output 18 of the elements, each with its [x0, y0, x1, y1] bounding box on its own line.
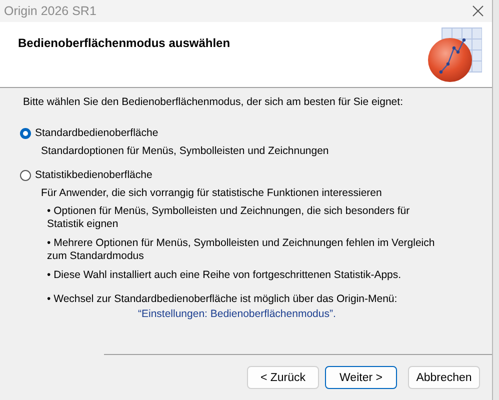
- option-label[interactable]: Statistikbedienoberfläche: [35, 169, 152, 181]
- option-label[interactable]: Standardbedienoberfläche: [35, 127, 158, 139]
- wizard-button[interactable]: Weiter >: [325, 366, 397, 389]
- window-title: Origin 2026 SR1: [4, 4, 96, 18]
- option-description: Für Anwender, die sich vorrangig für statistische Funktionen interessieren: [41, 187, 383, 199]
- bullet-text: • Mehrere Optionen für Menüs, Symbolleisten und Zeichnungen fehlen im Vergleich zum Standardmodus: [47, 237, 436, 263]
- instruction-text: Bitte wählen Sie den Bedienoberflächenmodus, der sich am besten für Sie eignet:: [23, 96, 404, 108]
- header-title: Bedienoberflächenmodus auswählen: [18, 36, 230, 52]
- radio-button[interactable]: [20, 128, 31, 138]
- radio-button[interactable]: [20, 170, 31, 180]
- bullet-text: • Diese Wahl installiert auch eine Reihe von fortgeschrittenen Statistik-Apps.: [47, 269, 402, 282]
- wizard-button[interactable]: < Zurück: [247, 366, 319, 389]
- wizard-button[interactable]: Abbrechen: [408, 366, 480, 389]
- bullet-text: • Wechsel zur Standardbedienoberfläche ist möglich über das Origin-Menü:: [47, 293, 398, 306]
- option-description: Standardoptionen für Menüs, Symbolleisten und Zeichnungen: [41, 145, 330, 157]
- menu-path-text: “Einstellungen: Bedienoberflächenmodus”.: [138, 308, 337, 321]
- close-icon[interactable]: [472, 5, 484, 17]
- bullet-text: • Optionen für Menüs, Symbolleisten und Zeichnungen, die sich besonders für Statistik eignen: [47, 205, 411, 231]
